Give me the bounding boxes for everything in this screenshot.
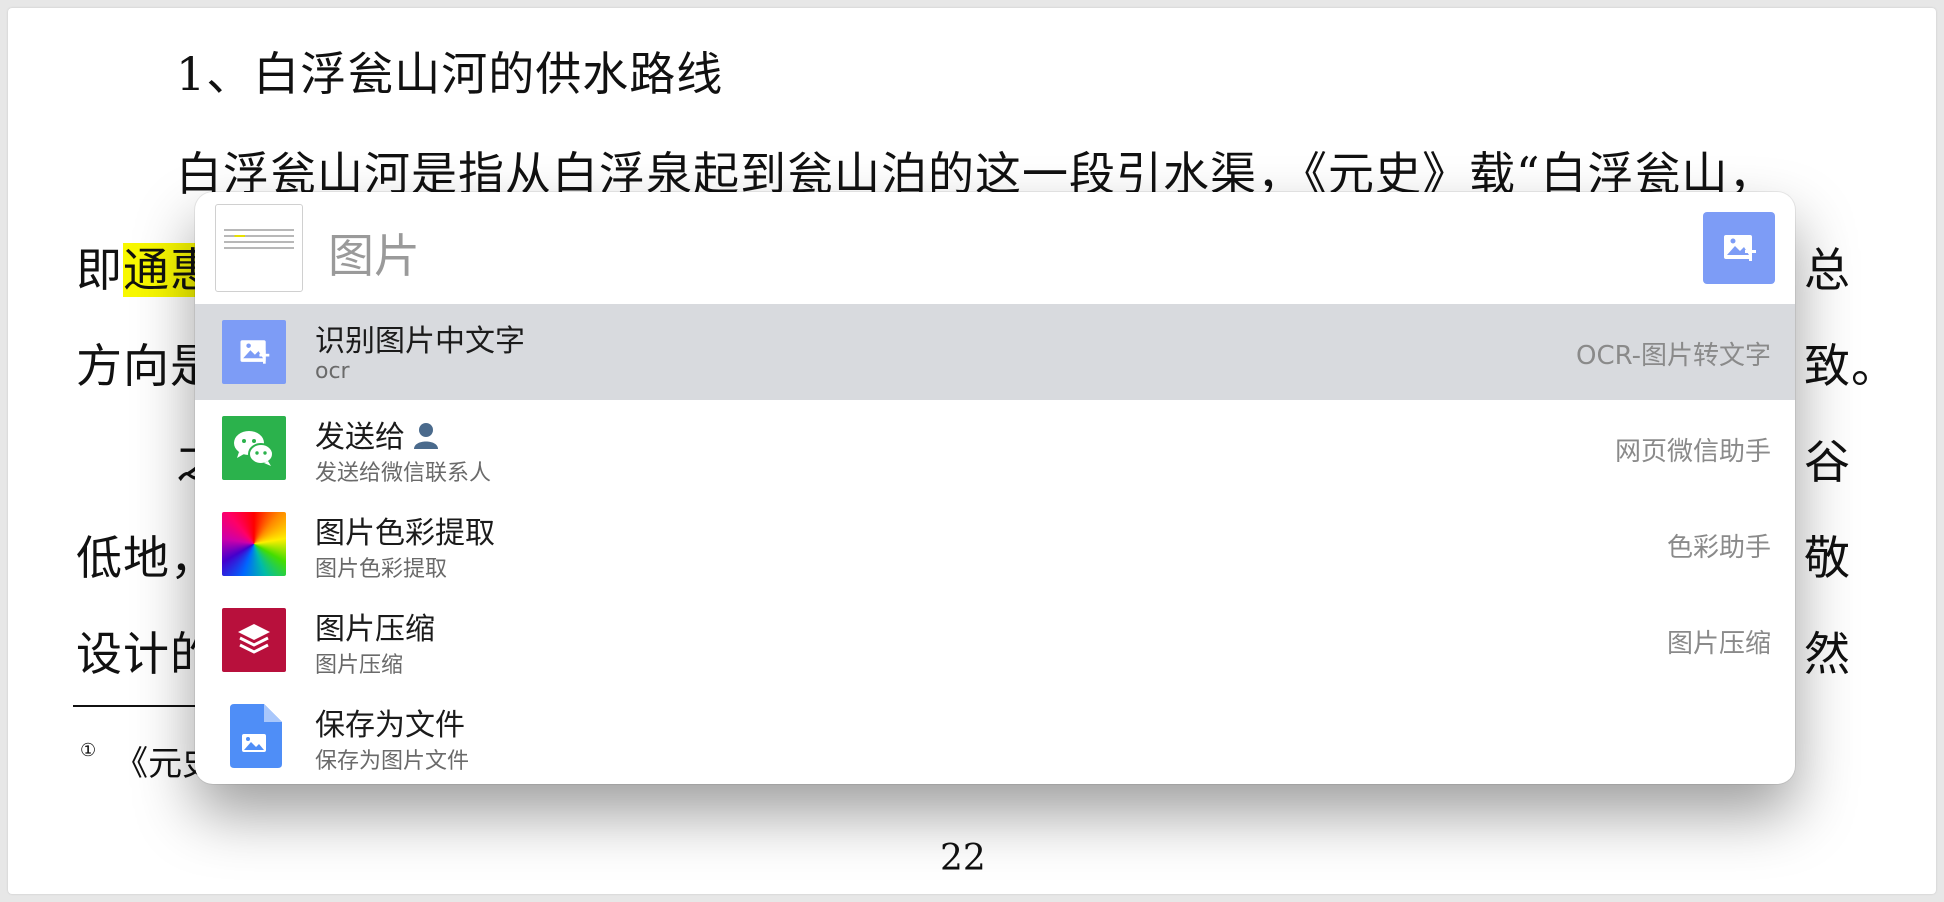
result-title: 图片色彩提取 (315, 516, 495, 551)
result-item-send-wechat[interactable]: 发送给 发送给微信联系人 网页微信助手 (195, 400, 1795, 496)
search-input[interactable]: 图片 (328, 220, 420, 286)
page-number: 22 (940, 838, 986, 879)
paragraph-text: 即 (76, 243, 123, 297)
result-subtitle: 发送给微信联系人 (315, 461, 492, 486)
image-ocr-icon[interactable] (1703, 212, 1775, 284)
image-file-icon (222, 704, 286, 768)
image-thumbnail[interactable] (215, 204, 303, 292)
result-title: 图片压缩 (315, 612, 435, 647)
footnote-mark: ① (80, 740, 97, 761)
result-subtitle: 图片色彩提取 (315, 557, 448, 582)
result-title: 发送给 (315, 412, 441, 458)
paragraph-text: 敬 (1804, 531, 1851, 585)
search-bar: 图片 (195, 192, 1795, 304)
paragraph-text: 总 (1804, 243, 1851, 297)
result-source: 色彩助手 (1666, 533, 1771, 563)
result-source: 网页微信助手 (1614, 437, 1771, 467)
person-icon (411, 420, 441, 458)
result-subtitle: ocr (315, 359, 350, 384)
result-subtitle: 图片压缩 (315, 653, 404, 678)
result-title: 识别图片中文字 (315, 324, 525, 359)
wechat-icon (222, 416, 286, 480)
paragraph-text: 致。 (1804, 339, 1898, 393)
result-title: 保存为文件 (315, 708, 465, 743)
section-heading: 1、白浮瓮山河的供水路线 (176, 47, 724, 101)
layers-icon (222, 608, 286, 672)
results-list: 识别图片中文字 ocr OCR-图片转文字 发送给 发送给微信联系人 网页微信助… (195, 304, 1795, 784)
result-source: 图片压缩 (1666, 629, 1771, 659)
image-ocr-icon (222, 320, 286, 384)
paragraph-text: 然 (1804, 627, 1851, 681)
result-item-ocr[interactable]: 识别图片中文字 ocr OCR-图片转文字 (195, 304, 1795, 400)
footnote-divider (73, 705, 203, 707)
result-item-color-extract[interactable]: 图片色彩提取 图片色彩提取 色彩助手 (195, 496, 1795, 592)
result-source: OCR-图片转文字 (1575, 341, 1771, 371)
paragraph-text: 谷 (1804, 435, 1851, 489)
result-item-compress[interactable]: 图片压缩 图片压缩 图片压缩 (195, 592, 1795, 688)
result-title-text: 发送给 (315, 420, 405, 455)
color-wheel-icon (222, 512, 286, 576)
result-subtitle: 保存为图片文件 (315, 749, 470, 774)
launcher-panel: 图片 识别图片中文字 ocr OCR-图片转文字 发送给 发送给微信联系人 网页… (195, 192, 1795, 784)
result-item-save-file[interactable]: 保存为文件 保存为图片文件 (195, 688, 1795, 784)
